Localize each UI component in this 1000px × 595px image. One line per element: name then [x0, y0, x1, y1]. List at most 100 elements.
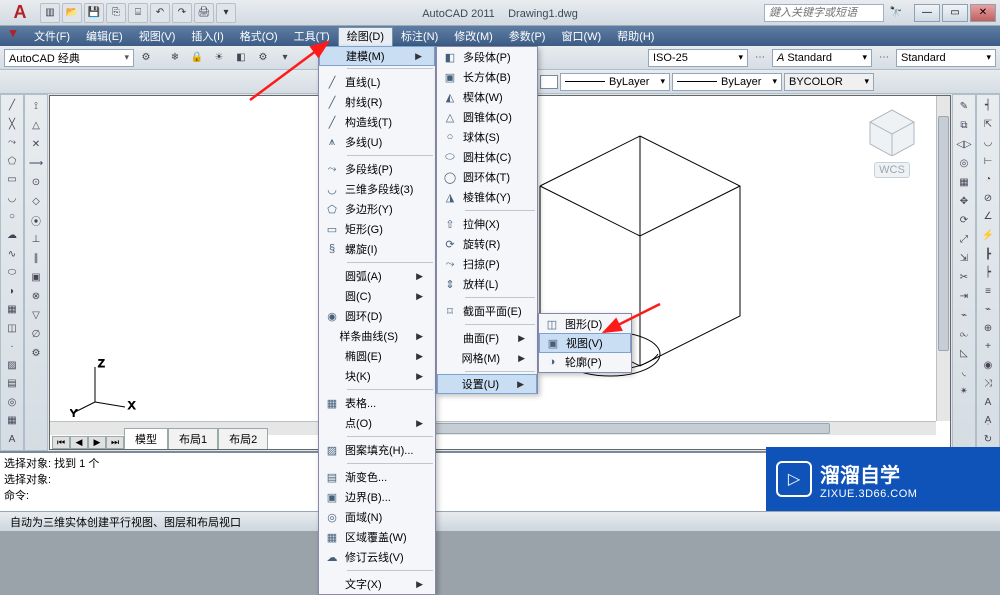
circle-icon[interactable]: ○ — [2, 208, 22, 226]
textstyle-combo[interactable]: AStandard — [772, 49, 872, 67]
dimupd-icon[interactable]: ↻ — [978, 431, 998, 449]
menuitem-渐变色...[interactable]: ▤渐变色... — [319, 467, 435, 487]
osnap-non-icon[interactable]: ∅ — [26, 325, 46, 343]
qat-print-icon[interactable]: ⌸ — [128, 3, 148, 23]
qat-undo-icon[interactable]: ↶ — [150, 3, 170, 23]
osnap-mid-icon[interactable]: △ — [26, 116, 46, 134]
hatch-icon[interactable]: ▨ — [2, 356, 22, 374]
layer-freeze-icon[interactable]: ❄ — [165, 48, 185, 68]
model-tab-布局1[interactable]: 布局1 — [168, 428, 218, 449]
dim-brk-icon[interactable]: ⌁ — [978, 301, 998, 319]
menuitem-圆环体(T)[interactable]: ◯圆环体(T) — [437, 167, 537, 187]
dim-ord-icon[interactable]: ⊢ — [978, 153, 998, 171]
help-search-input[interactable] — [764, 4, 884, 22]
layer-color-icon[interactable]: ◧ — [231, 48, 251, 68]
osnap-ins-icon[interactable]: ▣ — [26, 268, 46, 286]
modeling-submenu[interactable]: ◧多段体(P)▣长方体(B)◭楔体(W)△圆锥体(O)○球体(S)⬭圆柱体(C)… — [436, 46, 538, 394]
xline-icon[interactable]: ╳ — [2, 116, 22, 134]
dim-qck-icon[interactable]: ⚡ — [978, 227, 998, 245]
dim-con-icon[interactable]: ┝ — [978, 264, 998, 282]
dim-ang-icon[interactable]: ∠ — [978, 208, 998, 226]
mirror-icon[interactable]: ◁▷ — [954, 135, 974, 153]
menuitem-拉伸(X)[interactable]: ⇧拉伸(X) — [437, 214, 537, 234]
qat-save-icon[interactable]: 💾 — [84, 3, 104, 23]
menuitem-放样(L)[interactable]: ⇕放样(L) — [437, 274, 537, 294]
dim-rad-icon[interactable]: ◔ — [978, 171, 998, 189]
scrollbar-vertical[interactable] — [936, 96, 950, 421]
dimted-icon[interactable]: Ạ — [978, 412, 998, 430]
point-icon[interactable]: · — [2, 338, 22, 356]
menuitem-三维多段线(3)[interactable]: ◡三维多段线(3) — [319, 179, 435, 199]
explode-icon[interactable]: ✴ — [954, 382, 974, 400]
tablestyle-combo[interactable]: Standard — [896, 49, 996, 67]
dim-arc-icon[interactable]: ◡ — [978, 134, 998, 152]
array-icon[interactable]: ▦ — [954, 173, 974, 191]
menuitem-圆柱体(C)[interactable]: ⬭圆柱体(C) — [437, 147, 537, 167]
jog-icon[interactable]: ⤨ — [978, 375, 998, 393]
osnap-par-icon[interactable]: ∥ — [26, 249, 46, 267]
workspace-combo[interactable]: AutoCAD 经典 — [4, 49, 134, 67]
region-icon[interactable]: ◎ — [2, 394, 22, 412]
spline-icon[interactable]: ∿ — [2, 245, 22, 263]
revcloud-icon[interactable]: ☁ — [2, 227, 22, 245]
ws-gear-icon[interactable]: ⚙ — [136, 48, 156, 68]
menuitem-图形(D)[interactable]: ◫图形(D) — [539, 314, 631, 334]
qat-redo-icon[interactable]: ↷ — [172, 3, 192, 23]
menu-文件(F)[interactable]: 文件(F) — [26, 28, 78, 46]
menuitem-截面平面(E)[interactable]: ⌑截面平面(E) — [437, 301, 537, 321]
table-icon[interactable]: ▦ — [2, 412, 22, 430]
menu-参数(P)[interactable]: 参数(P) — [501, 28, 554, 46]
text-more-icon[interactable]: ⋯ — [874, 48, 894, 68]
dim-more-icon[interactable]: ⋯ — [750, 48, 770, 68]
menuitem-文字(X)[interactable]: 文字(X)▶ — [319, 574, 435, 594]
menu-标注(N)[interactable]: 标注(N) — [393, 28, 446, 46]
menuitem-边界(B)...[interactable]: ▣边界(B)... — [319, 487, 435, 507]
menuitem-表格...[interactable]: ▦表格... — [319, 393, 435, 413]
rect-icon[interactable]: ▭ — [2, 171, 22, 189]
erase-icon[interactable]: ✎ — [954, 97, 974, 115]
menu-帮助(H)[interactable]: 帮助(H) — [609, 28, 662, 46]
qat-print2-icon[interactable]: 🖨 — [194, 3, 214, 23]
menuitem-圆环(D)[interactable]: ◉圆环(D) — [319, 306, 435, 326]
mtext-icon[interactable]: A — [2, 431, 22, 449]
binoculars-icon[interactable]: 🔭 — [886, 3, 906, 23]
menuitem-楔体(W)[interactable]: ◭楔体(W) — [437, 87, 537, 107]
dim-bas-icon[interactable]: ┣ — [978, 245, 998, 263]
menuitem-直线(L)[interactable]: ╱直线(L) — [319, 72, 435, 92]
menuitem-建模(M)[interactable]: 建模(M)▶ — [319, 46, 435, 66]
menuitem-圆锥体(O)[interactable]: △圆锥体(O) — [437, 107, 537, 127]
osnap-nod-icon[interactable]: ⊗ — [26, 287, 46, 305]
dimstyle-combo[interactable]: ISO-25 — [648, 49, 748, 67]
ellipse-icon[interactable]: ⬭ — [2, 264, 22, 282]
menuitem-图案填充(H)...[interactable]: ▨图案填充(H)... — [319, 440, 435, 460]
menuitem-构造线(T)[interactable]: ╱构造线(T) — [319, 112, 435, 132]
layer-sun-icon[interactable]: ☀ — [209, 48, 229, 68]
insert-icon[interactable]: ▦ — [2, 301, 22, 319]
trim-icon[interactable]: ✂ — [954, 268, 974, 286]
extend-icon[interactable]: ⇥ — [954, 287, 974, 305]
menuitem-旋转(R)[interactable]: ⟳旋转(R) — [437, 234, 537, 254]
tol-icon[interactable]: ⊕ — [978, 319, 998, 337]
menuitem-曲面(F)[interactable]: 曲面(F)▶ — [437, 328, 537, 348]
layer-chev-icon[interactable]: ▾ — [275, 48, 295, 68]
menuitem-视图(V)[interactable]: ▣视图(V) — [539, 333, 631, 353]
join-icon[interactable]: ⧜ — [954, 325, 974, 343]
menu-工具(T)[interactable]: 工具(T) — [286, 28, 338, 46]
polygon-icon[interactable]: ⬠ — [2, 153, 22, 171]
menuitem-设置(U)[interactable]: 设置(U)▶ — [437, 374, 537, 394]
dim-spc-icon[interactable]: ≡ — [978, 282, 998, 300]
color-swatch[interactable] — [540, 75, 558, 89]
dimedit-icon[interactable]: A — [978, 394, 998, 412]
maximize-button[interactable]: ▭ — [942, 4, 968, 22]
menu-绘图(D)[interactable]: 绘图(D) — [338, 27, 393, 46]
menuitem-螺旋(I)[interactable]: §螺旋(I) — [319, 239, 435, 259]
dim-dia-icon[interactable]: ⊘ — [978, 190, 998, 208]
menu-修改(M)[interactable]: 修改(M) — [446, 28, 501, 46]
menuitem-圆弧(A)[interactable]: 圆弧(A)▶ — [319, 266, 435, 286]
menuitem-区域覆盖(W)[interactable]: ▦区域覆盖(W) — [319, 527, 435, 547]
osnap-qua-icon[interactable]: ◇ — [26, 192, 46, 210]
menu-视图(V)[interactable]: 视图(V) — [131, 28, 184, 46]
fillet-icon[interactable]: ◟ — [954, 363, 974, 381]
menuitem-多边形(Y)[interactable]: ⬠多边形(Y) — [319, 199, 435, 219]
menuitem-长方体(B)[interactable]: ▣长方体(B) — [437, 67, 537, 87]
